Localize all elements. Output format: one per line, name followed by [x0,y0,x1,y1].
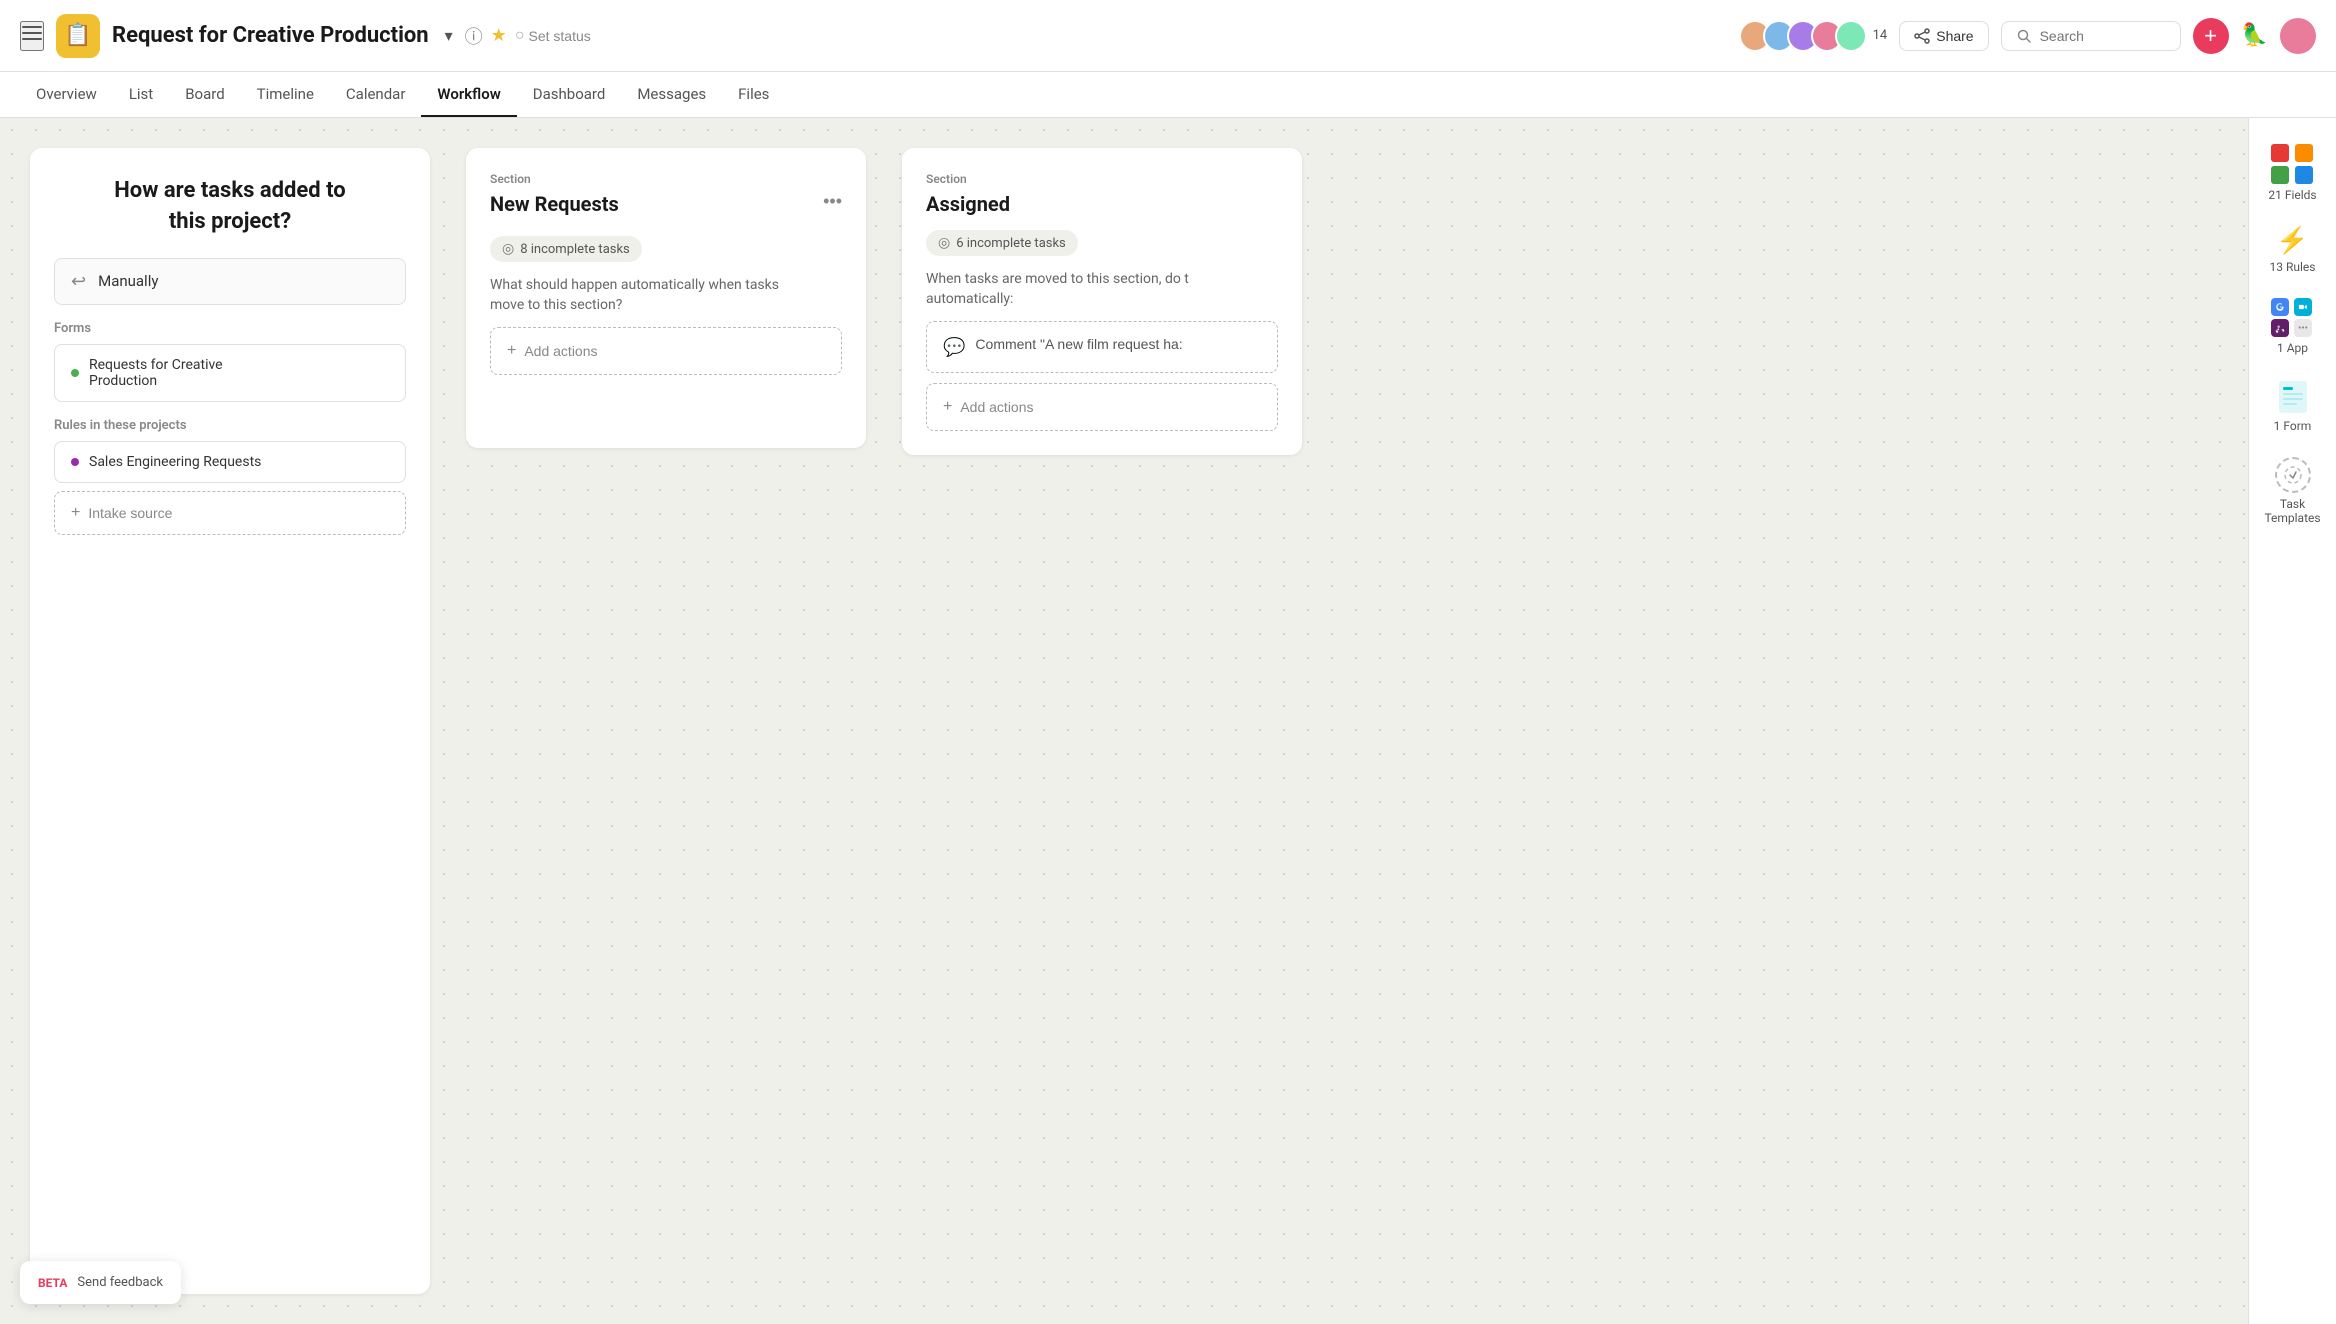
header: 📋 Request for Creative Production ▾ ⓘ ★ … [0,0,2336,72]
sidebar-rules[interactable]: ⚡ 13 Rules [2257,216,2329,284]
intake-title: How are tasks added tothis project? [54,176,406,238]
forms-section-label: Forms [54,321,406,336]
app-google [2271,298,2289,316]
form-icon [2275,379,2311,415]
app-slack [2271,319,2289,337]
field-orange [2295,144,2313,162]
comment-icon: 💬 [943,337,965,358]
tab-timeline[interactable]: Timeline [241,73,330,117]
add-plus-icon: + [507,342,516,360]
add-plus-icon-assigned: + [943,398,952,416]
share-button[interactable]: Share [1899,21,1988,51]
star-icon[interactable]: ★ [491,25,507,46]
set-status-button[interactable]: ○ Set status [515,27,591,45]
new-requests-card: Section New Requests ••• ◎ 8 incomplete … [466,148,866,448]
section-name: New Requests [490,192,619,216]
fields-label: 21 Fields [2268,188,2316,202]
project-title: Request for Creative Production [112,23,429,48]
app-zoom [2294,298,2312,316]
search-input[interactable] [2040,28,2160,44]
forms-sidebar-label: 1 Form [2274,419,2312,433]
avatar-count: 14 [1873,28,1888,43]
tab-dashboard[interactable]: Dashboard [517,73,622,117]
header-right: 14 Share + 🦜 [1739,18,2316,54]
tab-overview[interactable]: Overview [20,73,113,117]
apps-grid: ••• [2271,298,2315,337]
hamburger-button[interactable] [20,21,44,51]
form-item[interactable]: Requests for CreativeProduction [54,344,406,402]
intake-source-button[interactable]: + Intake source [54,491,406,535]
rule-item-label: Sales Engineering Requests [89,454,261,470]
tasks-icon: ◎ [502,241,514,257]
lightning-icon: ⚡ [2276,226,2308,256]
beta-bar: BETA Send feedback [20,1261,181,1304]
tab-workflow[interactable]: Workflow [421,73,516,117]
avatars-group: 14 [1739,20,1888,52]
search-bar[interactable] [2001,21,2181,51]
assigned-card: Section Assigned ◎ 6 incomplete tasks Wh… [902,148,1302,455]
intake-plus-icon: + [71,504,80,522]
form-item-label: Requests for CreativeProduction [89,357,223,389]
add-actions-button-assigned[interactable]: + Add actions [926,383,1278,431]
manually-option[interactable]: ↩ Manually [54,258,406,305]
right-sidebar: 21 Fields ⚡ 13 Rules ••• [2248,118,2336,1324]
auto-label: What should happen automatically when ta… [490,276,842,315]
send-feedback-link[interactable]: Send feedback [77,1275,163,1290]
app-more: ••• [2294,319,2312,337]
sidebar-forms[interactable]: 1 Form [2257,369,2329,443]
user-avatar[interactable] [2280,18,2316,54]
section-label-assigned: Section [926,172,1278,186]
main-canvas: How are tasks added tothis project? ↩ Ma… [0,118,2336,1324]
tab-board[interactable]: Board [169,73,240,117]
sidebar-apps[interactable]: ••• 1 App [2257,288,2329,365]
field-green [2271,166,2289,184]
sidebar-fields[interactable]: 21 Fields [2257,134,2329,212]
beta-badge: BETA [38,1276,67,1290]
nav-tabs: Overview List Board Timeline Calendar Wo… [0,72,2336,118]
section-menu-button[interactable]: ••• [823,191,842,212]
section-name-assigned: Assigned [926,192,1278,216]
manually-icon: ↩ [71,271,86,292]
section-header: Section New Requests ••• [490,172,842,230]
tab-messages[interactable]: Messages [621,73,722,117]
tab-list[interactable]: List [113,73,169,117]
rules-label: 13 Rules [2270,260,2316,274]
info-icon[interactable]: ⓘ [465,23,483,49]
add-actions-button[interactable]: + Add actions [490,327,842,375]
fields-grid [2271,144,2315,184]
tab-files[interactable]: Files [722,73,785,117]
field-blue [2295,166,2313,184]
field-red [2271,144,2289,162]
tab-calendar[interactable]: Calendar [330,73,422,117]
rules-section-label: Rules in these projects [54,418,406,433]
search-icon [2016,28,2032,44]
avatar [1835,20,1867,52]
intake-card: How are tasks added tothis project? ↩ Ma… [30,148,430,1294]
form-dot [71,369,79,377]
tasks-badge-assigned: ◎ 6 incomplete tasks [926,230,1078,256]
bird-icon: 🦜 [2241,23,2268,48]
tasks-icon-assigned: ◎ [938,235,950,251]
app-icon: 📋 [56,14,100,58]
chevron-down-icon[interactable]: ▾ [441,22,457,50]
sidebar-task-templates[interactable]: Task Templates [2257,447,2329,535]
rule-dot [71,458,79,466]
tasks-badge: ◎ 8 incomplete tasks [490,236,642,262]
rule-item[interactable]: Sales Engineering Requests [54,441,406,483]
section-label: Section [490,172,619,186]
template-icon [2275,457,2311,493]
task-templates-label: Task Templates [2264,497,2320,525]
comment-action-button[interactable]: 💬 Comment "A new film request ha: [926,321,1278,373]
apps-label: 1 App [2277,341,2308,355]
auto-label-assigned: When tasks are moved to this section, do… [926,270,1278,309]
add-button[interactable]: + [2193,18,2229,54]
title-actions: ▾ ⓘ ★ ○ Set status [441,22,591,50]
